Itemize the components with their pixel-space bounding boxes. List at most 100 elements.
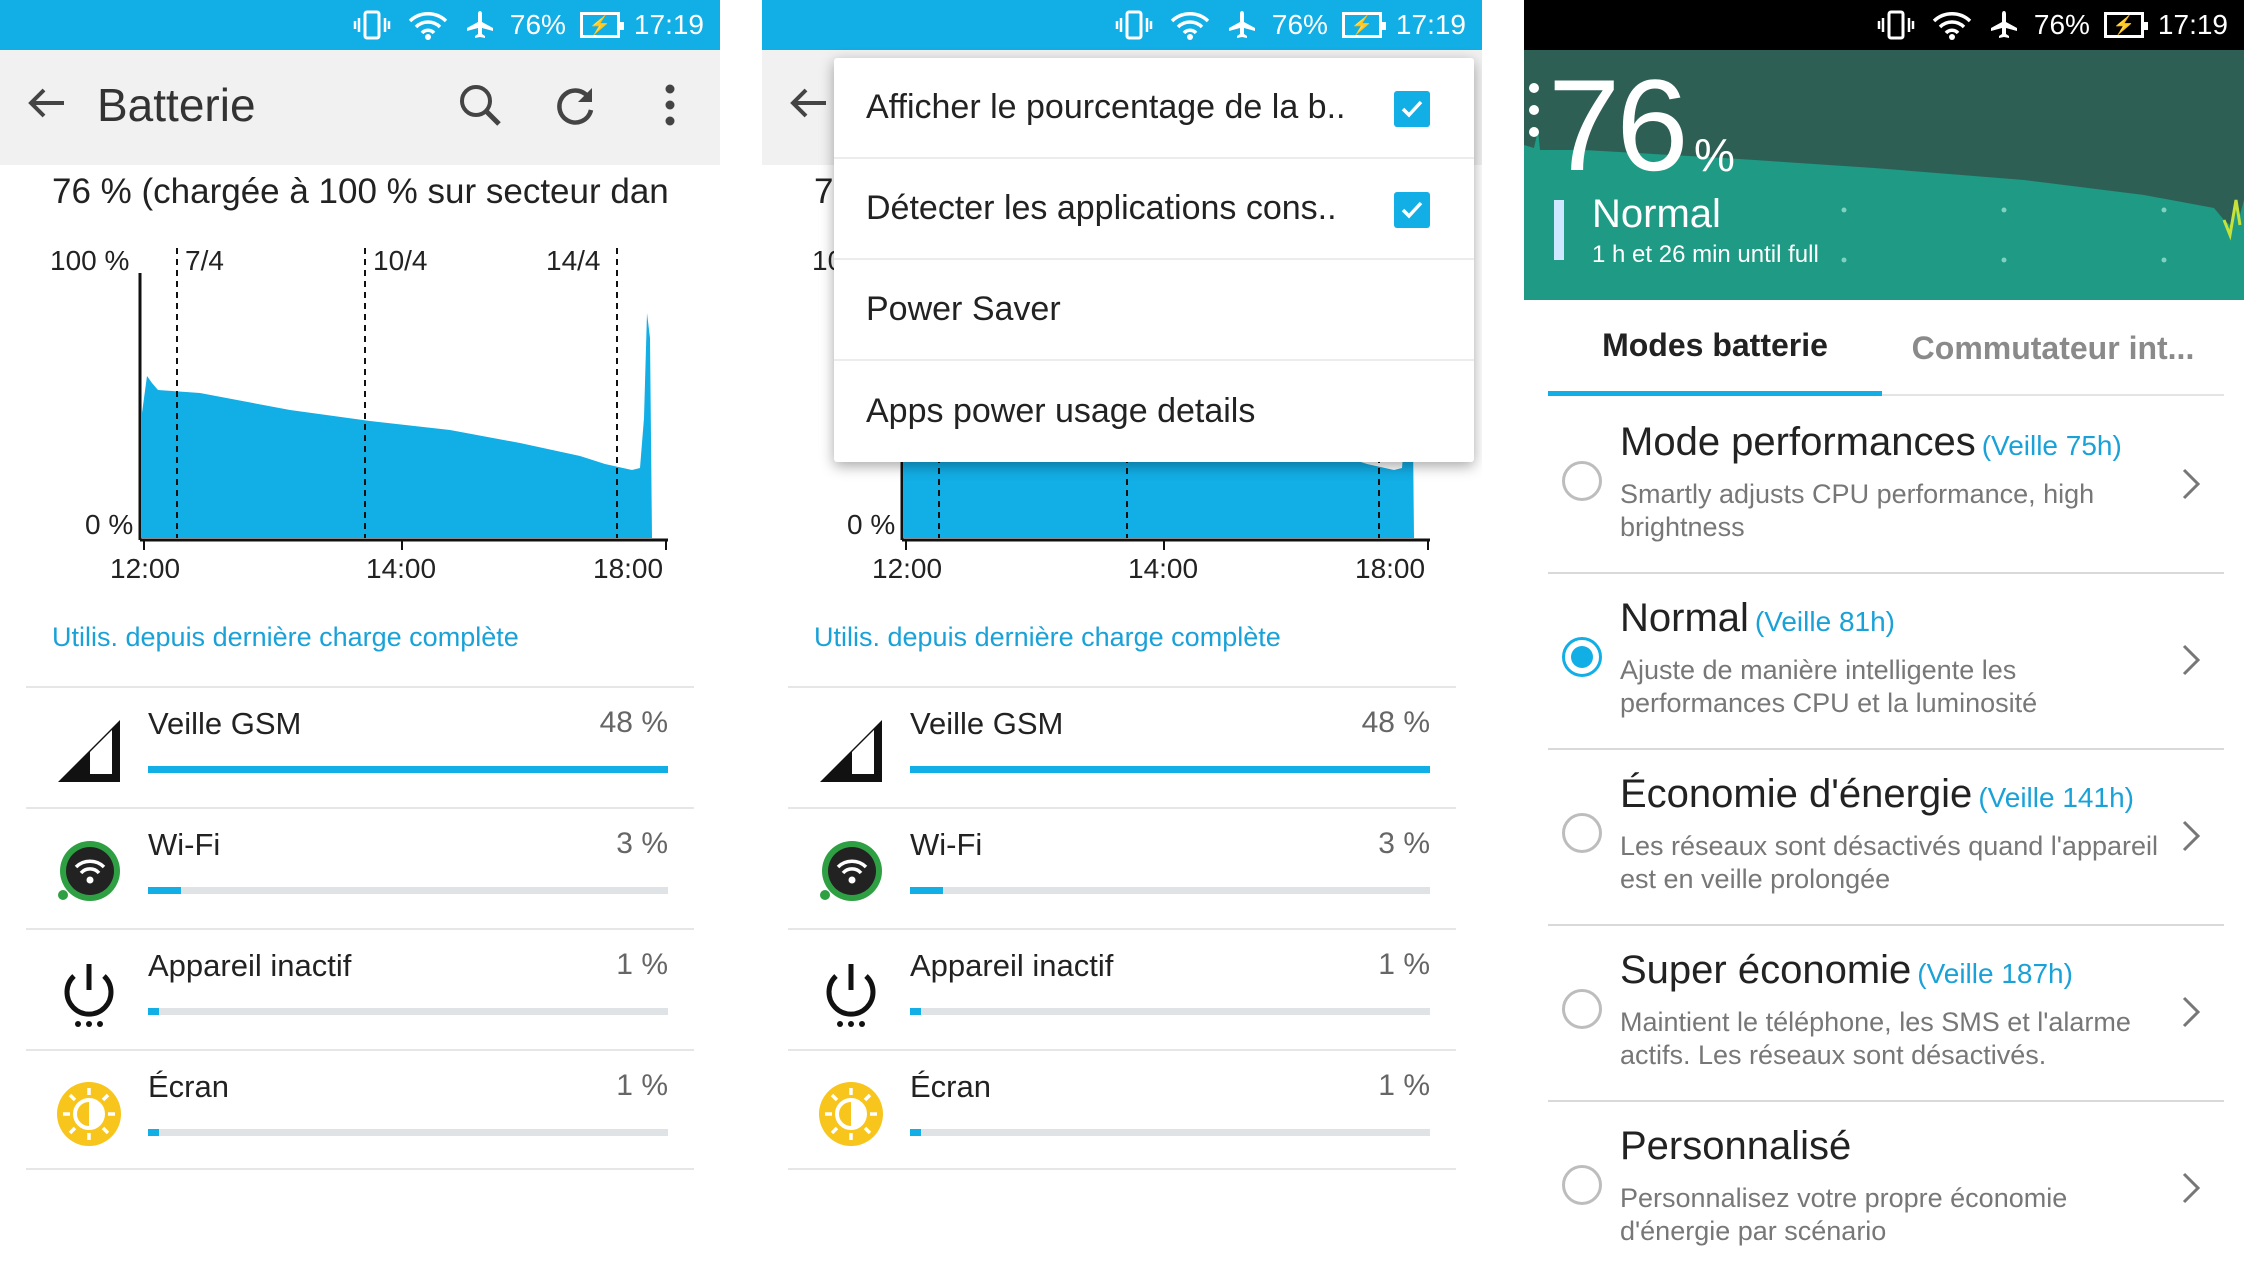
mode-name: Super économie bbox=[1620, 948, 1912, 992]
status-bar: 76% ⚡ 17:19 bbox=[762, 0, 1482, 50]
radio-button[interactable] bbox=[1562, 813, 1602, 853]
mode-standby: (Veille 187h) bbox=[1917, 958, 2073, 989]
mode-name: Normal bbox=[1620, 596, 1749, 640]
current-mode: Normal bbox=[1592, 192, 1721, 236]
usage-row-idle[interactable]: Appareil inactif 1 % bbox=[788, 928, 1456, 1049]
usage-bar-fill bbox=[910, 1008, 921, 1015]
screen-icon bbox=[819, 1082, 883, 1146]
radio-button[interactable] bbox=[1562, 461, 1602, 501]
usage-name: Appareil inactif bbox=[148, 948, 352, 983]
tab-battery-modes[interactable]: Modes batterie bbox=[1548, 300, 1882, 396]
overflow-menu-icon[interactable] bbox=[1524, 80, 1544, 140]
usage-name: Écran bbox=[910, 1069, 991, 1104]
battery-modes-list: Mode performances (Veille 75h) Smartly ad… bbox=[1548, 398, 2224, 1278]
usage-percent: 3 % bbox=[616, 827, 668, 860]
battery-header: 76 % Normal 1 h et 26 min until full bbox=[1524, 50, 2244, 300]
usage-percent: 1 % bbox=[616, 948, 668, 981]
chevron-right-icon[interactable] bbox=[2176, 464, 2206, 504]
battery-level: 76 bbox=[1548, 52, 1689, 198]
battery-charging-icon: ⚡ bbox=[579, 12, 624, 38]
usage-percent: 1 % bbox=[616, 1069, 668, 1102]
usage-bar bbox=[148, 1008, 668, 1015]
usage-percent: 48 % bbox=[599, 706, 668, 739]
check-icon bbox=[1401, 100, 1423, 118]
mode-description: Ajuste de manière intelligente les perfo… bbox=[1620, 655, 2038, 718]
clock: 17:19 bbox=[1395, 9, 1466, 40]
back-arrow-icon[interactable] bbox=[22, 78, 72, 128]
radio-button[interactable] bbox=[1562, 1165, 1602, 1205]
radio-button[interactable] bbox=[1562, 989, 1602, 1029]
usage-since-charge-link[interactable]: Utilis. depuis dernière charge complète bbox=[52, 622, 519, 653]
tab-bar: Modes batterie Commutateur int... bbox=[1548, 300, 2224, 396]
chevron-right-icon[interactable] bbox=[2176, 816, 2206, 856]
mode-name: Économie d'énergie bbox=[1620, 772, 1973, 816]
checkbox-checked[interactable] bbox=[1394, 91, 1430, 127]
mode-standby: (Veille 141h) bbox=[1978, 782, 2134, 813]
screen-icon bbox=[57, 1082, 121, 1146]
radio-button-selected[interactable] bbox=[1562, 637, 1602, 677]
mode-row-normal[interactable]: Normal (Veille 81h) Ajuste de manière int… bbox=[1548, 574, 2224, 750]
time-label: 12:00 bbox=[872, 553, 942, 578]
usage-bar-fill bbox=[910, 1129, 921, 1136]
usage-bar-fill bbox=[148, 1129, 159, 1136]
power-icon bbox=[64, 964, 114, 1027]
menu-item-power-saver[interactable]: Power Saver bbox=[834, 260, 1474, 361]
usage-row-screen[interactable]: Écran 1 % bbox=[26, 1049, 694, 1170]
vibrate-icon bbox=[1114, 9, 1154, 41]
chevron-right-icon[interactable] bbox=[2176, 1168, 2206, 1208]
chevron-right-icon[interactable] bbox=[2176, 640, 2206, 680]
battery-history-chart: 100 % 0 % 7/4 10/4 14/4 12:00 14:00 18:0… bbox=[50, 245, 668, 578]
usage-list: Veille GSM 48 % Wi-Fi 3 % Appareil inact… bbox=[26, 686, 694, 1170]
time-label: 18:00 bbox=[593, 553, 663, 578]
menu-item-show-percentage[interactable]: Afficher le pourcentage de la b.. bbox=[834, 58, 1474, 159]
usage-bar bbox=[910, 766, 1430, 773]
airplane-icon bbox=[1226, 9, 1258, 41]
battery-charging-icon: ⚡ bbox=[2103, 12, 2148, 38]
usage-row-gsm[interactable]: Veille GSM 48 % bbox=[26, 686, 694, 807]
date-label: 10/4 bbox=[373, 245, 428, 276]
mode-row-custom[interactable]: Personnalisé Personnalisez votre propre … bbox=[1548, 1102, 2224, 1278]
usage-bar-fill bbox=[910, 887, 943, 894]
battery-percent: 76% bbox=[509, 9, 566, 40]
clock: 17:19 bbox=[2157, 9, 2228, 40]
usage-bar-fill bbox=[148, 887, 181, 894]
mode-row-performance[interactable]: Mode performances (Veille 75h) Smartly ad… bbox=[1548, 398, 2224, 574]
mode-standby: (Veille 81h) bbox=[1754, 606, 1895, 637]
signal-icon bbox=[820, 720, 882, 782]
tab-smart-switch[interactable]: Commutateur int... bbox=[1882, 300, 2224, 396]
checkbox-checked[interactable] bbox=[1394, 192, 1430, 228]
overflow-menu-icon[interactable] bbox=[645, 80, 695, 130]
mode-description: Les réseaux sont désactivés quand l'appa… bbox=[1620, 831, 2158, 894]
menu-item-detect-apps[interactable]: Détecter les applications cons.. bbox=[834, 159, 1474, 260]
usage-bar bbox=[148, 766, 668, 773]
mode-description: Maintient le téléphone, les SMS et l'ala… bbox=[1620, 1007, 2131, 1070]
mode-standby: (Veille 75h) bbox=[1981, 430, 2122, 461]
chevron-right-icon[interactable] bbox=[2176, 992, 2206, 1032]
mode-row-super-saving[interactable]: Super économie (Veille 187h) Maintient le… bbox=[1548, 926, 2224, 1102]
refresh-icon[interactable] bbox=[550, 80, 600, 130]
overflow-menu: Afficher le pourcentage de la b.. Détect… bbox=[834, 58, 1474, 462]
airplane-icon bbox=[464, 9, 496, 41]
mode-row-power-saving[interactable]: Économie d'énergie (Veille 141h) Les rése… bbox=[1548, 750, 2224, 926]
y-axis-bottom-label: 0 % bbox=[847, 509, 895, 540]
usage-row-wifi[interactable]: Wi-Fi 3 % bbox=[26, 807, 694, 928]
mode-indicator bbox=[1554, 200, 1564, 260]
vibrate-icon bbox=[352, 9, 392, 41]
usage-row-screen[interactable]: Écran 1 % bbox=[788, 1049, 1456, 1170]
search-icon[interactable] bbox=[455, 80, 505, 130]
wifi-icon bbox=[1930, 9, 1974, 41]
usage-row-wifi[interactable]: Wi-Fi 3 % bbox=[788, 807, 1456, 928]
time-label: 14:00 bbox=[366, 553, 436, 578]
usage-row-gsm[interactable]: Veille GSM 48 % bbox=[788, 686, 1456, 807]
clock: 17:19 bbox=[633, 9, 704, 40]
vibrate-icon bbox=[1876, 9, 1916, 41]
usage-list: Veille GSM 48 % Wi-Fi 3 % Appareil inact… bbox=[788, 686, 1456, 1170]
date-label: 7/4 bbox=[185, 245, 224, 276]
usage-percent: 1 % bbox=[1378, 948, 1430, 981]
usage-row-idle[interactable]: Appareil inactif 1 % bbox=[26, 928, 694, 1049]
wifi-icon bbox=[820, 841, 882, 901]
battery-level-unit: % bbox=[1694, 129, 1735, 181]
usage-since-charge-link[interactable]: Utilis. depuis dernière charge complète bbox=[814, 622, 1281, 653]
back-arrow-icon[interactable] bbox=[784, 78, 834, 128]
menu-item-power-usage-details[interactable]: Apps power usage details bbox=[834, 361, 1474, 462]
